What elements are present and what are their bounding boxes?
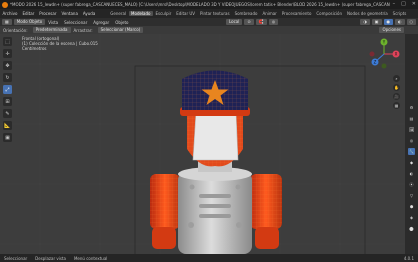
cursor-tool-icon[interactable]: ✛ <box>3 49 12 58</box>
menu-vista[interactable]: Vista <box>45 20 61 25</box>
xray-icon[interactable]: ▣ <box>371 19 382 25</box>
blender-logo-icon <box>2 1 8 8</box>
rotate-tool-icon[interactable]: ↻ <box>3 73 12 82</box>
navigation-gizmo[interactable]: X Y Z <box>366 36 402 72</box>
svg-text:X: X <box>395 52 398 57</box>
viewport-header: ▦ Modo Objeto Vista Seleccionar Agregar … <box>0 18 418 26</box>
mode-select[interactable]: Modo Objeto <box>13 19 46 25</box>
right-arm[interactable] <box>250 174 282 249</box>
workspace-tab-pintar-texturas[interactable]: Pintar texturas <box>198 11 233 16</box>
status-select: Seleccionar <box>4 255 28 261</box>
workspace-tab-general[interactable]: General <box>108 11 129 16</box>
ortho-toggle-icon[interactable]: ▦ <box>393 102 400 109</box>
data-properties-icon[interactable]: ⬢ <box>408 203 415 210</box>
tool-shelf: ⬚ ✛ ✥ ↻ ⤢ ⊞ ✎ 📐 ▣ <box>3 37 13 142</box>
svg-text:Y: Y <box>382 40 386 45</box>
select-box-tool-icon[interactable]: ⬚ <box>3 37 12 46</box>
close-button[interactable]: ✕ <box>412 1 416 7</box>
tool-settings-header: Orientación: Predeterminada Arrastrar: S… <box>0 26 418 34</box>
properties-tabs: ⚙ ▤ 🖼 ◎ 🔧 ◆ ◐ ⦿ ▽ ⬢ ◈ ⬤ <box>405 34 418 254</box>
workspace-tab-editar-uv[interactable]: Editar UV <box>174 11 198 16</box>
workspace-tab-procesamiento[interactable]: Procesamiento <box>279 11 314 16</box>
annotate-tool-icon[interactable]: ✎ <box>3 109 12 118</box>
camera-view-icon[interactable]: 🎥 <box>393 93 400 100</box>
pan-icon[interactable]: ✋ <box>393 84 400 91</box>
status-bar: Seleccionar Desplazar vista Menú context… <box>0 254 418 262</box>
object-properties-icon[interactable]: ◆ <box>408 159 415 166</box>
hat[interactable] <box>180 70 250 117</box>
physics-properties-icon[interactable]: ⦿ <box>408 181 415 188</box>
output-properties-icon[interactable]: 🖼 <box>408 126 415 133</box>
menu-editar[interactable]: Editar <box>20 11 37 16</box>
editor-type-button[interactable]: ▦ <box>2 19 12 25</box>
overlays-icon[interactable]: ◑ <box>360 19 370 25</box>
face[interactable] <box>192 111 239 161</box>
modifier-properties-icon[interactable]: 🔧 <box>408 148 415 155</box>
material-properties-icon[interactable]: ◐ <box>408 170 415 177</box>
orientation-select[interactable]: Predeterminada <box>32 27 71 33</box>
workspace-tab-composicion[interactable]: Composición <box>314 11 345 16</box>
menu-archivo[interactable]: Archivo <box>0 11 20 16</box>
svg-text:Z: Z <box>374 60 377 65</box>
tool-properties-icon[interactable]: ⚙ <box>408 104 415 111</box>
options-button[interactable]: Opciones <box>379 27 404 33</box>
shading-solid-icon[interactable]: ● <box>383 19 393 25</box>
torso[interactable] <box>178 167 252 254</box>
title-bar: *MODO 2026 15_lewdn+ (super fabrega_CASC… <box>0 0 418 9</box>
measure-tool-icon[interactable]: 📐 <box>3 121 12 130</box>
render-properties-icon[interactable]: ▤ <box>408 115 415 122</box>
zoom-icon[interactable]: ⌕ <box>393 75 400 82</box>
workspace-tab-modelado[interactable]: Modelado <box>128 11 153 16</box>
workspace-tab-animar[interactable]: Animar <box>260 11 279 16</box>
minimize-button[interactable]: – <box>393 1 396 7</box>
menu-ayuda[interactable]: Ayuda <box>80 11 97 16</box>
constraints-properties-icon[interactable]: ▽ <box>408 192 415 199</box>
orientation-label: Orientación: <box>3 27 28 33</box>
pivot-icon[interactable]: ⊙ <box>244 19 254 25</box>
maximize-button[interactable]: □ <box>401 1 406 7</box>
menu-procesar[interactable]: Procesar <box>37 11 59 16</box>
workspace-tab-esculpir[interactable]: Esculpir <box>153 11 174 16</box>
snap-icon[interactable]: 🧲 <box>255 19 267 25</box>
view-layer-properties-icon[interactable]: ◎ <box>408 137 415 144</box>
drag-label: Arrastrar: <box>73 27 93 33</box>
left-arm[interactable] <box>150 174 180 249</box>
move-tool-icon[interactable]: ✥ <box>3 61 12 70</box>
shading-material-icon[interactable]: ◐ <box>395 19 405 25</box>
version-label: 4.0.1 <box>403 255 414 261</box>
menu-seleccionar[interactable]: Seleccionar <box>61 20 90 25</box>
workspace-tab-nodos[interactable]: Nodos de geometría <box>345 11 391 16</box>
menu-bar: Archivo Editar Procesar Ventana Ayuda Ge… <box>0 9 418 18</box>
drag-select[interactable]: Seleccionar (Marco) <box>97 27 144 33</box>
menu-objeto[interactable]: Objeto <box>112 20 131 25</box>
menu-ventana[interactable]: Ventana <box>59 11 80 16</box>
menu-agregar[interactable]: Agregar <box>90 20 112 25</box>
3d-viewport[interactable] <box>0 34 405 254</box>
proportional-icon[interactable]: ◎ <box>268 19 279 25</box>
window-title: *MODO 2026 15_lewdn+ (super fabrega_CASC… <box>10 2 390 7</box>
transform-tool-icon[interactable]: ⊞ <box>3 97 12 106</box>
transform-orientation-select[interactable]: Local <box>226 19 243 25</box>
scene-canvas[interactable] <box>0 34 405 254</box>
add-cube-tool-icon[interactable]: ▣ <box>3 133 12 142</box>
navigation-buttons: ⌕ ✋ 🎥 ▦ <box>393 74 400 110</box>
shading-render-icon[interactable]: ○ <box>406 19 416 25</box>
workspace-tab-scripts[interactable]: Scripts <box>390 11 409 16</box>
scale-tool-icon[interactable]: ⤢ <box>3 85 12 94</box>
units-info: Centímetros <box>22 46 47 51</box>
window-controls: – □ ✕ <box>393 1 416 7</box>
texture-properties-icon[interactable]: ◈ <box>408 214 415 221</box>
status-context-menu: Menú contextual <box>73 255 108 261</box>
status-pan: Desplazar vista <box>35 255 66 261</box>
workspace-tab-sombreado[interactable]: Sombreado <box>232 11 260 16</box>
world-properties-icon[interactable]: ⬤ <box>408 225 415 232</box>
viewport-overlay-info: Frontal (ortogonal) (1) Colección de la … <box>22 36 98 51</box>
